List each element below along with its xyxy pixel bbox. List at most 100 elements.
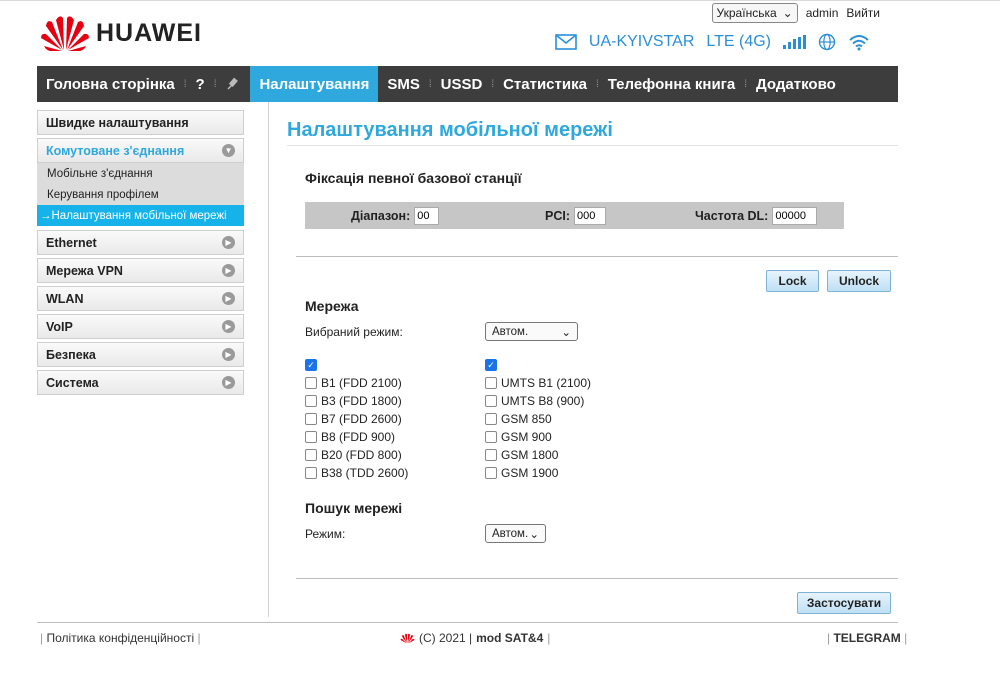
language-select[interactable]: Українська ⌄: [711, 3, 798, 23]
band-input[interactable]: [414, 206, 440, 225]
band-label: UMTS B1 (2100): [501, 376, 592, 390]
band-option: B1 (FDD 2100): [305, 374, 408, 392]
sidebar-item-security[interactable]: Безпека ▶: [37, 342, 244, 367]
band-label: GSM 1800: [501, 448, 559, 462]
sidebar-item-label: Швидке налаштування: [46, 115, 189, 130]
sidebar-item-label: Комутоване з'єднання: [46, 143, 185, 158]
band-checkbox[interactable]: [305, 377, 317, 389]
sidebar-subitem-mobile-network-settings[interactable]: → Налаштування мобільної мережі: [37, 205, 244, 226]
band-label: B8 (FDD 900): [321, 430, 396, 444]
network-mode-select[interactable]: Автом. ⌄: [485, 322, 578, 341]
network-section-title: Мережа: [305, 298, 359, 314]
chevron-right-icon: ▶: [222, 320, 235, 333]
band-option: GSM 900: [485, 428, 591, 446]
unlock-button[interactable]: Unlock: [827, 270, 891, 292]
sidebar-item-dialup[interactable]: Комутоване з'єднання ▼: [37, 138, 244, 163]
nav-home[interactable]: Головна сторінка: [37, 66, 184, 102]
band-checkbox[interactable]: [485, 467, 497, 479]
brand-name: HUAWEI: [96, 18, 202, 47]
telegram-link[interactable]: TELEGRAM: [833, 631, 900, 645]
band-checkbox[interactable]: [485, 395, 497, 407]
pci-label: PCI:: [545, 208, 570, 223]
freq-label: Частота DL:: [695, 208, 769, 223]
sidebar-item-label: Ethernet: [46, 235, 97, 250]
huawei-logo: HUAWEI: [40, 14, 202, 52]
sidebar-subitem-profile-management[interactable]: Керування профілем: [37, 184, 244, 205]
band-option: B7 (FDD 2600): [305, 410, 408, 428]
top-border: [0, 0, 1000, 1]
band-option: GSM 1800: [485, 446, 591, 464]
main-navbar: Головна сторінка ⁞ ? ⁞ Налаштування SMS …: [37, 66, 898, 102]
nav-advanced[interactable]: Додатково: [747, 66, 845, 102]
sidebar-item-vpn[interactable]: Мережа VPN ▶: [37, 258, 244, 283]
nav-statistics[interactable]: Статистика: [494, 66, 596, 102]
cell-lock-bar: Діапазон: PCI: Частота DL:: [305, 202, 844, 229]
band-checkbox[interactable]: [485, 449, 497, 461]
band-checkbox[interactable]: [305, 449, 317, 461]
sidebar-item-wlan[interactable]: WLAN ▶: [37, 286, 244, 311]
language-value: Українська: [716, 6, 777, 20]
nav-sms[interactable]: SMS: [378, 66, 429, 102]
signal-strength-icon: [783, 35, 806, 49]
top-links: Українська ⌄ admin Вийти: [711, 3, 880, 23]
mod-text: mod SAT&4: [476, 631, 544, 645]
nav-settings[interactable]: Налаштування: [250, 66, 379, 102]
telegram-group: | TELEGRAM |: [827, 631, 908, 645]
nav-help[interactable]: ?: [187, 66, 214, 102]
band-checkbox[interactable]: [485, 431, 497, 443]
nav-ussd[interactable]: USSD: [432, 66, 492, 102]
gsm-bands-list: ✓ UMTS B1 (2100) UMTS B8 (900) GSM 850 G…: [485, 356, 591, 482]
gsm-all-checkbox-row: ✓: [485, 356, 591, 374]
band-checkbox[interactable]: [305, 431, 317, 443]
dialup-submenu: Мобільне з'єднання Керування профілем → Н…: [37, 163, 244, 226]
chevron-right-icon: ▶: [222, 376, 235, 389]
operator-name: UA-KYIVSTAR: [588, 33, 695, 50]
band-checkbox[interactable]: [305, 467, 317, 479]
network-search-title: Пошук мережі: [305, 500, 403, 516]
apply-button[interactable]: Застосувати: [797, 592, 891, 614]
divider: [296, 578, 898, 579]
band-checkbox[interactable]: [305, 413, 317, 425]
freq-input[interactable]: [772, 206, 818, 225]
pci-input[interactable]: [574, 206, 606, 225]
lte-all-checkbox[interactable]: ✓: [305, 359, 317, 371]
band-label: B38 (TDD 2600): [321, 466, 409, 480]
sidebar-item-label: Безпека: [46, 347, 96, 362]
gsm-all-checkbox[interactable]: ✓: [485, 359, 497, 371]
sidebar: Швидке налаштування Комутоване з'єднання…: [37, 110, 244, 398]
globe-icon: [818, 33, 836, 51]
sidebar-subitem-mobile-connection[interactable]: Мобільне з'єднання: [37, 163, 244, 184]
band-option: GSM 1900: [485, 464, 591, 482]
pci-field-group: PCI:: [545, 206, 606, 225]
band-label: GSM 900: [501, 430, 552, 444]
sidebar-item-label: Налаштування мобільної мережі: [51, 209, 227, 222]
username: admin: [805, 6, 839, 20]
mail-icon[interactable]: [555, 34, 577, 50]
chevron-right-icon: ▶: [222, 292, 235, 305]
band-option: GSM 850: [485, 410, 591, 428]
sidebar-item-quick-setup[interactable]: Швидке налаштування: [37, 110, 244, 135]
band-checkbox[interactable]: [485, 413, 497, 425]
search-mode-value: Автом.: [492, 527, 529, 540]
huawei-flower-icon: [400, 633, 415, 643]
sidebar-item-voip[interactable]: VoIP ▶: [37, 314, 244, 339]
band-option: B8 (FDD 900): [305, 428, 408, 446]
sidebar-item-label: WLAN: [46, 291, 84, 306]
sidebar-item-ethernet[interactable]: Ethernet ▶: [37, 230, 244, 255]
nav-phonebook[interactable]: Телефонна книга: [599, 66, 745, 102]
chevron-down-icon: ⌄: [529, 528, 539, 541]
search-mode-select[interactable]: Автом. ⌄: [485, 524, 546, 543]
divider: [296, 256, 898, 257]
privacy-policy-link[interactable]: Політика конфіденційності: [46, 631, 194, 645]
band-checkbox[interactable]: [485, 377, 497, 389]
network-mode-value: Автом.: [492, 325, 529, 338]
privacy-policy-group: | Політика конфіденційності |: [40, 631, 201, 645]
lock-button[interactable]: Lock: [766, 270, 819, 292]
band-label: B1 (FDD 2100): [321, 376, 402, 390]
band-checkbox[interactable]: [305, 395, 317, 407]
satellite-icon[interactable]: [216, 66, 250, 102]
sidebar-item-system[interactable]: Система ▶: [37, 370, 244, 395]
logout-link[interactable]: Вийти: [846, 6, 880, 20]
wifi-icon: [849, 35, 869, 51]
freq-field-group: Частота DL:: [695, 206, 818, 225]
